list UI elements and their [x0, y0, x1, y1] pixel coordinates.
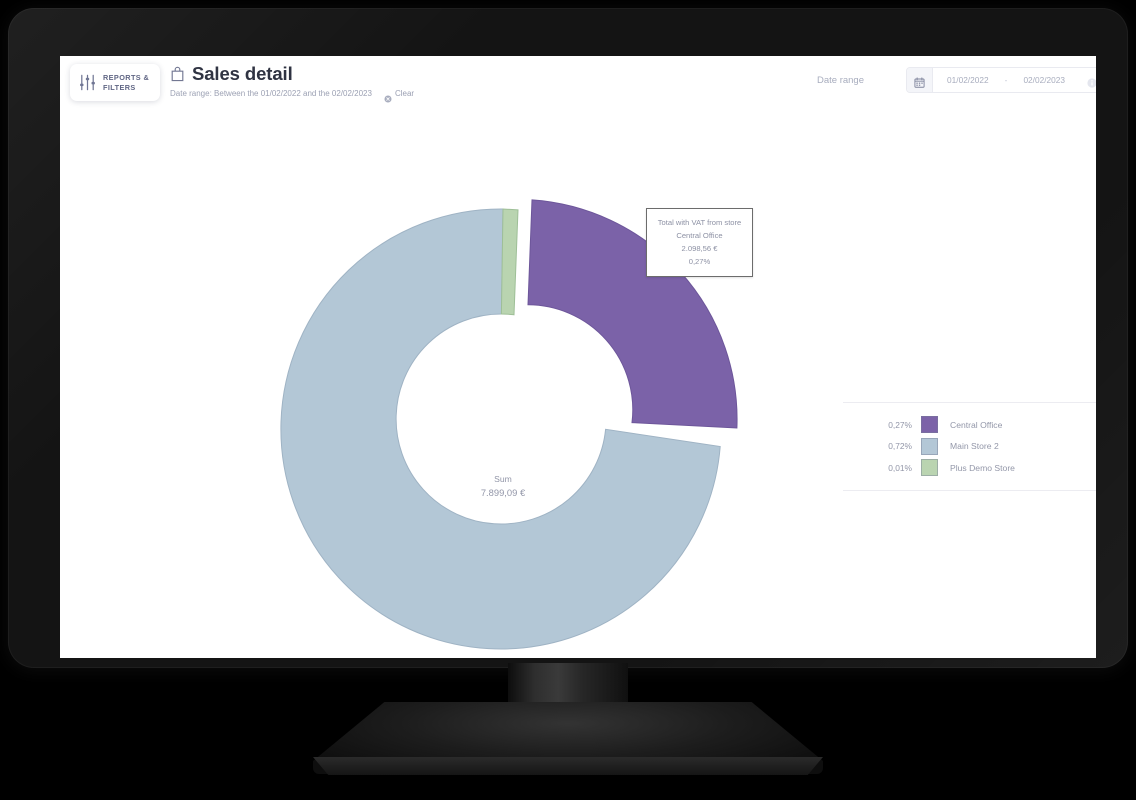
app-header: REPORTS & FILTERS Sales detail Date rang…: [60, 56, 1096, 114]
monitor-base-lip: [313, 757, 823, 775]
clear-filters-button[interactable]: Clear: [384, 89, 415, 103]
legend-swatch-central-office: [921, 416, 938, 434]
app-window: REPORTS & FILTERS Sales detail Date rang…: [60, 56, 1096, 658]
date-range-field[interactable]: 01/02/2022 - 02/02/2023: [906, 67, 1096, 93]
chart-legend: 0,27% Central Office 0,72% Main Store 2 …: [843, 402, 1096, 491]
clear-label: Clear: [394, 89, 415, 98]
monitor-screen: REPORTS & FILTERS Sales detail Date rang…: [60, 56, 1096, 658]
chart-tooltip: Total with VAT from store Central Office…: [646, 208, 753, 278]
screenshot-stage: REPORTS & FILTERS Sales detail Date rang…: [0, 0, 1136, 800]
legend-percent: 0,01%: [888, 462, 912, 473]
date-range-label: Date range: [816, 74, 864, 86]
date-range-separator: -: [1004, 75, 1008, 85]
legend-swatch-plus-demo-store: [921, 459, 938, 477]
sliders-icon: [78, 73, 97, 92]
page-title: Sales detail: [192, 63, 293, 84]
date-range-control: Date range 01/02/2022 - 02/02/2023: [817, 67, 1096, 93]
monitor-body: REPORTS & FILTERS Sales detail Date rang…: [8, 8, 1128, 668]
date-end-input[interactable]: 02/02/2023: [1009, 75, 1079, 85]
chart-area: Sum 7.899,09 € Total with VAT from store…: [60, 114, 1096, 658]
date-range-subtitle: Date range: Between the 01/02/2022 and t…: [170, 89, 372, 98]
date-start-input[interactable]: 01/02/2022: [933, 75, 1003, 85]
date-range-info-button[interactable]: [1079, 75, 1096, 88]
legend-label: Main Store 2: [950, 441, 999, 452]
legend-percent: 0,72%: [888, 441, 912, 452]
page-title-block: Sales detail Date range: Between the 01/…: [170, 63, 415, 103]
legend-label: Plus Demo Store: [950, 462, 1015, 473]
legend-swatch-main-store-2: [921, 437, 938, 455]
tooltip-line-store: Central Office: [676, 231, 723, 241]
legend-label: Central Office: [950, 419, 1003, 430]
legend-item-central-office[interactable]: 0,27% Central Office: [843, 414, 1096, 436]
info-icon: [1087, 75, 1096, 88]
reports-filters-button[interactable]: REPORTS & FILTERS: [70, 64, 160, 101]
calendar-button[interactable]: [907, 68, 933, 92]
legend-item-main-store-2[interactable]: 0,72% Main Store 2: [843, 436, 1096, 458]
legend-percent: 0,27%: [888, 419, 912, 430]
clear-circle-icon: [384, 90, 392, 103]
calendar-icon: [914, 75, 925, 88]
tooltip-line-metric: Total with VAT from store: [657, 218, 742, 227]
reports-filters-label: REPORTS & FILTERS: [103, 72, 150, 92]
shopping-bag-icon: [170, 66, 185, 82]
donut-slice-plus-demo-store[interactable]: [500, 208, 519, 316]
legend-item-plus-demo-store[interactable]: 0,01% Plus Demo Store: [843, 457, 1096, 479]
tooltip-line-amount: 2.098,56 €: [681, 244, 718, 254]
tooltip-line-percent: 0,27%: [688, 257, 711, 267]
